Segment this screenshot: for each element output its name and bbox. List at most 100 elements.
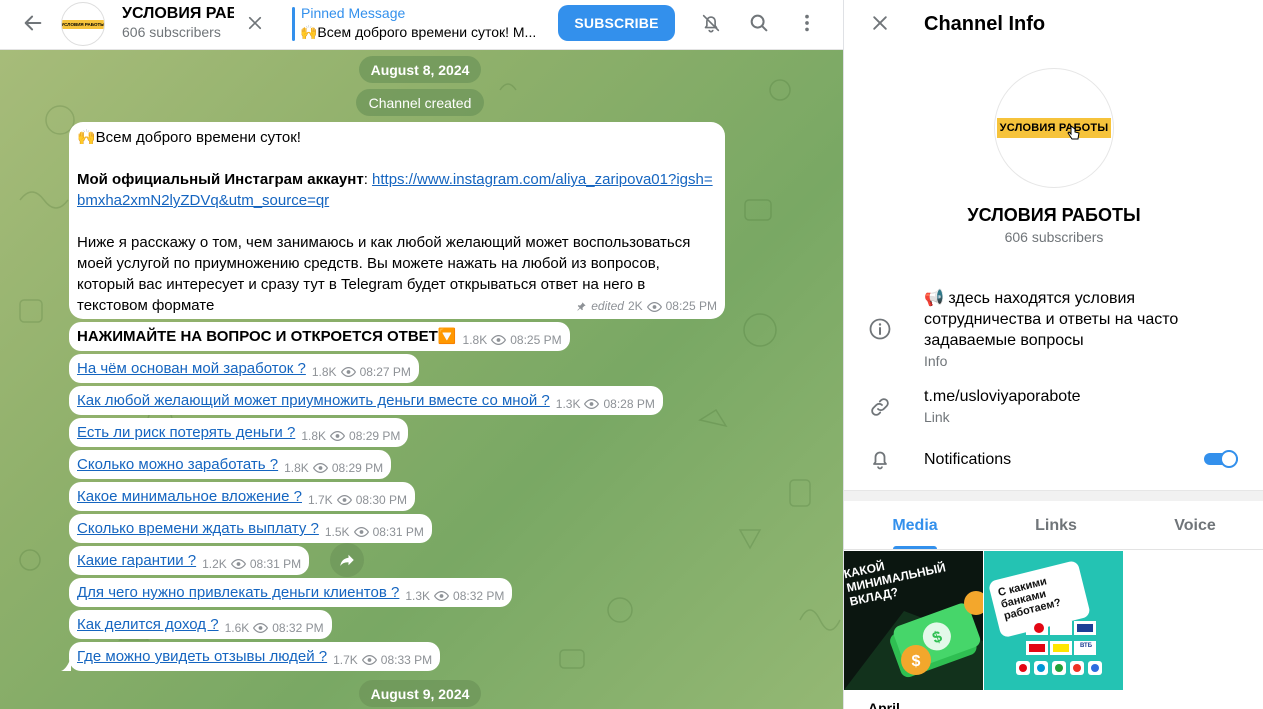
question-message[interactable]: На чём основан мой заработок ? 1.8K 08:27… xyxy=(69,354,419,383)
message-time: 08:27 PM xyxy=(359,364,411,379)
question-link[interactable]: Есть ли риск потерять деньги ? xyxy=(77,422,295,443)
message-time: 08:30 PM xyxy=(355,492,408,507)
eye-icon xyxy=(253,623,269,633)
question-message[interactable]: Сколько времени ждать выплату ? 1.5K 08:3… xyxy=(69,514,432,543)
message-time: 08:32 PM xyxy=(453,588,505,603)
message-meta: edited 2K 08:25 PM xyxy=(576,296,717,317)
channel-description: 📢 здесь находятся условия сотрудничества… xyxy=(924,290,1179,349)
chat-header: УСЛОВИЯ РАБОТЫ УСЛОВИЯ РАБОТЫ 606 subscr… xyxy=(0,0,843,50)
message-meta: 1.8K 08:25 PM xyxy=(463,330,562,351)
channel-name: УСЛОВИЯ РАБОТЫ xyxy=(967,205,1141,225)
view-count: 1.2K xyxy=(202,556,227,571)
question-link[interactable]: Где можно увидеть отзывы людей ? xyxy=(77,646,327,667)
message-time: 08:25 PM xyxy=(510,332,562,347)
chat-area: УСЛОВИЯ РАБОТЫ УСЛОВИЯ РАБОТЫ 606 subscr… xyxy=(0,0,843,709)
question-link[interactable]: Какое минимальное вложение ? xyxy=(77,486,302,507)
info-icon xyxy=(869,318,891,340)
date-separator: August 9, 2024 xyxy=(359,680,481,707)
question-message[interactable]: Есть ли риск потерять деньги ? 1.8K 08:29… xyxy=(69,418,409,447)
message-time: 08:29 PM xyxy=(349,428,401,443)
view-count: 1.6K xyxy=(224,620,250,635)
heading-text: НАЖИМАЙТЕ НА ВОПРОС И ОТКРОЕТСЯ ОТВЕТ🔽 xyxy=(77,328,457,345)
eye-icon xyxy=(330,431,346,441)
share-arrow-icon xyxy=(340,554,354,566)
close-icon xyxy=(248,16,262,30)
search-button[interactable] xyxy=(739,3,779,43)
edited-label: edited xyxy=(591,299,624,313)
message-time: 08:25 PM xyxy=(665,299,717,313)
more-vertical-icon xyxy=(805,14,809,32)
back-button[interactable] xyxy=(13,3,53,43)
message-time: 08:29 PM xyxy=(331,460,384,475)
message-bubble[interactable]: 🙌Всем доброго времени суток! Мой официал… xyxy=(69,122,725,319)
close-pinned-button[interactable] xyxy=(235,3,275,43)
question-message[interactable]: Где можно увидеть отзывы людей ? 1.7K 08:… xyxy=(61,642,441,671)
tab-links[interactable]: Links xyxy=(986,502,1126,550)
tab-voice[interactable]: Voice xyxy=(1126,502,1263,550)
arrow-left-icon xyxy=(24,15,42,31)
media-tabs: Media Links Voice xyxy=(844,502,1263,550)
view-count: 1.8K xyxy=(301,428,327,443)
message-bubble[interactable]: НАЖИМАЙТЕ НА ВОПРОС И ОТКРОЕТСЯ ОТВЕТ🔽 1… xyxy=(69,322,570,351)
avatar-logo-text: УСЛОВИЯ РАБОТЫ xyxy=(61,19,105,29)
question-link[interactable]: Как любой желающий может приумножить ден… xyxy=(77,390,550,411)
avatar-logo-text: УСЛОВИЯ РАБОТЫ xyxy=(996,118,1112,138)
message-meta: 1.8K 08:29 PM xyxy=(284,458,383,479)
notifications-toggle[interactable] xyxy=(1204,449,1238,469)
message-meta: 1.6K 08:32 PM xyxy=(225,618,324,639)
close-info-button[interactable] xyxy=(860,3,900,43)
question-link[interactable]: Сколько времени ждать выплату ? xyxy=(77,518,319,539)
bell-icon xyxy=(873,451,887,470)
message-greeting: 🙌Всем доброго времени суток! xyxy=(77,129,301,146)
thumbnail-bank-label: ВТБ xyxy=(1079,643,1093,649)
pinned-label[interactable]: Pinned Message xyxy=(301,5,405,21)
eye-icon xyxy=(336,495,352,505)
eye-icon xyxy=(434,591,450,601)
forward-button[interactable] xyxy=(330,543,364,577)
tab-media[interactable]: Media xyxy=(844,502,986,550)
eye-icon xyxy=(230,559,246,569)
question-link[interactable]: Какие гарантии ? xyxy=(77,550,196,571)
question-message[interactable]: Как делится доход ? 1.6K 08:32 PM xyxy=(69,610,332,639)
question-link[interactable]: Для чего нужно привлекать деньги клиенто… xyxy=(77,582,399,603)
more-button[interactable] xyxy=(787,3,827,43)
eye-icon xyxy=(491,335,507,345)
message-meta: 1.8K 08:27 PM xyxy=(312,362,411,383)
view-count: 1.8K xyxy=(462,332,488,347)
panel-title: Channel Info xyxy=(924,13,1046,35)
bubble-tail xyxy=(61,657,71,671)
eye-icon xyxy=(312,463,328,473)
view-count: 1.8K xyxy=(311,364,337,379)
cursor-hand-icon xyxy=(1067,125,1080,140)
media-thumbnail[interactable]: $ $ КАКОЙ МИНИМАЛЬНЫЙ ВКЛАД? xyxy=(844,551,983,690)
message-time: 08:32 PM xyxy=(272,620,324,635)
eye-icon xyxy=(361,655,377,665)
message-insta-line: Мой официальный Инстаграм аккаунт: https… xyxy=(77,169,717,211)
question-link[interactable]: Сколько можно заработать ? xyxy=(77,454,278,475)
pin-icon xyxy=(577,302,586,311)
question-link[interactable]: На чём основан мой заработок ? xyxy=(77,358,306,379)
question-message[interactable]: Какие гарантии ? 1.2K 08:31 PM xyxy=(69,546,310,575)
media-month-label: April xyxy=(868,700,900,709)
question-message[interactable]: Сколько можно заработать ? 1.8K 08:29 PM xyxy=(69,450,392,479)
question-link[interactable]: Как делится доход ? xyxy=(77,614,219,635)
eye-icon xyxy=(646,301,662,312)
insta-label: Мой официальный Инстаграм аккаунт xyxy=(77,171,364,188)
link-icon xyxy=(871,398,889,416)
view-count: 1.3K xyxy=(555,396,581,411)
channel-avatar[interactable]: УСЛОВИЯ РАБОТЫ xyxy=(61,2,105,46)
mute-button[interactable] xyxy=(691,3,731,43)
channel-avatar-large[interactable]: УСЛОВИЯ РАБОТЫ xyxy=(994,68,1114,188)
view-count: 1.8K xyxy=(284,460,309,475)
subscribe-button[interactable]: SUBSCRIBE xyxy=(558,5,675,41)
channel-link[interactable]: t.me/usloviyaporabote xyxy=(924,386,1081,407)
question-message[interactable]: Какое минимальное вложение ? 1.7K 08:30 P… xyxy=(69,482,416,511)
search-icon xyxy=(750,14,768,32)
chat-title[interactable]: УСЛОВИЯ РАБОТЫ xyxy=(122,5,234,23)
pinned-text[interactable]: 🙌Всем доброго времени суток! М... xyxy=(300,24,545,41)
question-message[interactable]: Для чего нужно привлекать деньги клиенто… xyxy=(69,578,513,607)
question-message[interactable]: Как любой желающий может приумножить ден… xyxy=(69,386,663,415)
svg-text:$: $ xyxy=(912,653,921,670)
view-count: 1.7K xyxy=(333,652,358,667)
media-thumbnail[interactable]: С какими банками работаем? ВТБ xyxy=(984,551,1123,690)
